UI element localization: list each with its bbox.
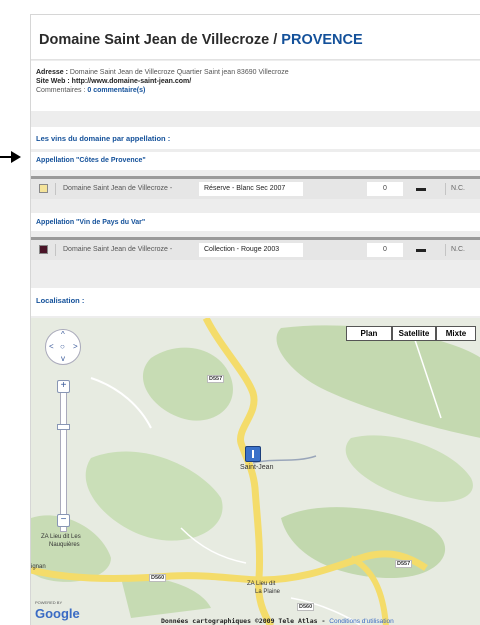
zoom-slider-handle[interactable] bbox=[57, 424, 70, 430]
appellation-title[interactable]: Appellation "Vin de Pays du Var" bbox=[36, 219, 145, 226]
appellation-header-2: Appellation "Vin de Pays du Var" bbox=[31, 213, 480, 231]
road-label: D557 bbox=[207, 375, 225, 383]
place-label: ZA Lieu dit Les bbox=[41, 534, 81, 540]
place-label: Nauquières bbox=[49, 542, 80, 548]
domain-panel: Domaine Saint Jean de Villecroze / PROVE… bbox=[30, 14, 480, 625]
map-terrain bbox=[31, 318, 480, 625]
zoom-slider-track[interactable] bbox=[60, 392, 67, 532]
pan-right-icon[interactable]: > bbox=[73, 342, 78, 351]
place-label: ignan bbox=[31, 564, 46, 570]
google-logo[interactable]: POWERED BY Google bbox=[35, 600, 80, 621]
address-line: Adresse : Domaine Saint Jean de Villecro… bbox=[36, 69, 289, 76]
domain-name: Domaine Saint Jean de Villecroze / bbox=[39, 32, 282, 48]
pan-down-icon[interactable]: v bbox=[61, 354, 65, 363]
region-link[interactable]: PROVENCE bbox=[281, 32, 362, 48]
road-label: D560 bbox=[149, 574, 167, 582]
wine-cuvee-link[interactable]: Réserve - Blanc Sec 2007 bbox=[199, 182, 303, 196]
map-view[interactable]: Plan Satellite Mixte ^ < ○ > v + − D557 … bbox=[31, 318, 480, 625]
comments-line: Commentaires : 0 commentaire(s) bbox=[36, 87, 145, 94]
zoom-in-button[interactable]: + bbox=[57, 380, 70, 393]
wine-score: 0 bbox=[367, 182, 403, 196]
map-pan-control[interactable]: ^ < ○ > v bbox=[45, 329, 81, 365]
pan-center-icon[interactable]: ○ bbox=[60, 342, 65, 351]
map-type-plan-button[interactable]: Plan bbox=[346, 326, 392, 341]
location-band: Localisation : bbox=[31, 288, 480, 316]
comments-label: Commentaires : bbox=[36, 87, 86, 94]
map-type-satellite-button[interactable]: Satellite bbox=[392, 326, 436, 341]
wine-row[interactable]: Domaine Saint Jean de Villecroze - Réser… bbox=[31, 179, 480, 199]
google-logo-text: Google bbox=[35, 606, 80, 621]
divider bbox=[55, 244, 56, 256]
location-title: Localisation : bbox=[36, 296, 85, 305]
pan-up-icon[interactable]: ^ bbox=[61, 330, 65, 339]
powered-by-label: POWERED BY bbox=[35, 600, 63, 605]
wine-price: N.C. bbox=[451, 246, 465, 253]
wines-section-title: Les vins du domaine par appellation : bbox=[36, 134, 171, 143]
appellation-header-1: Appellation "Côtes de Provence" bbox=[31, 152, 480, 170]
website-label: Site Web : bbox=[36, 78, 70, 85]
domain-info: Adresse : Domaine Saint Jean de Villecro… bbox=[31, 61, 480, 111]
pan-left-icon[interactable]: < bbox=[49, 342, 54, 351]
divider bbox=[445, 183, 446, 195]
page-header: Domaine Saint Jean de Villecroze / PROVE… bbox=[31, 15, 480, 60]
wine-color-swatch-icon bbox=[39, 184, 48, 193]
marker-label: Saint-Jean bbox=[240, 464, 274, 471]
wines-section-band: Les vins du domaine par appellation : bbox=[31, 127, 480, 149]
map-credit: Données cartographiques ©2009 Tele Atlas… bbox=[161, 617, 394, 625]
place-label: ZA Lieu dit bbox=[247, 581, 276, 587]
divider bbox=[55, 183, 56, 195]
place-label: La Plaine bbox=[255, 589, 281, 595]
road-label: D560 bbox=[297, 603, 315, 611]
map-credit-text: Données cartographiques ©2009 Tele Atlas… bbox=[161, 617, 330, 625]
zoom-out-button[interactable]: − bbox=[57, 514, 70, 527]
website-line: Site Web : http://www.domaine-saint-jean… bbox=[36, 78, 191, 85]
wine-domain: Domaine Saint Jean de Villecroze - bbox=[63, 246, 173, 253]
road-label: D557 bbox=[395, 560, 413, 568]
map-type-mixte-button[interactable]: Mixte bbox=[436, 326, 476, 341]
address-value: Domaine Saint Jean de Villecroze Quartie… bbox=[67, 69, 289, 76]
location-marker-icon[interactable] bbox=[245, 446, 261, 462]
wine-price: N.C. bbox=[451, 185, 465, 192]
dash-icon bbox=[416, 249, 426, 252]
wine-row[interactable]: Domaine Saint Jean de Villecroze - Colle… bbox=[31, 240, 480, 260]
page-title: Domaine Saint Jean de Villecroze / PROVE… bbox=[39, 32, 363, 48]
website-link[interactable]: http://www.domaine-saint-jean.com/ bbox=[70, 78, 192, 85]
address-label: Adresse : bbox=[36, 69, 68, 76]
terms-link[interactable]: Conditions d'utilisation bbox=[329, 618, 393, 625]
wine-score: 0 bbox=[367, 243, 403, 257]
comments-link[interactable]: 0 commentaire(s) bbox=[85, 87, 145, 94]
wine-domain: Domaine Saint Jean de Villecroze - bbox=[63, 185, 173, 192]
appellation-title[interactable]: Appellation "Côtes de Provence" bbox=[36, 157, 146, 164]
wine-cuvee-link[interactable]: Collection - Rouge 2003 bbox=[199, 243, 303, 257]
wine-color-swatch-icon bbox=[39, 245, 48, 254]
dash-icon bbox=[416, 188, 426, 191]
pointer-arrow-icon bbox=[0, 151, 22, 163]
divider bbox=[445, 244, 446, 256]
